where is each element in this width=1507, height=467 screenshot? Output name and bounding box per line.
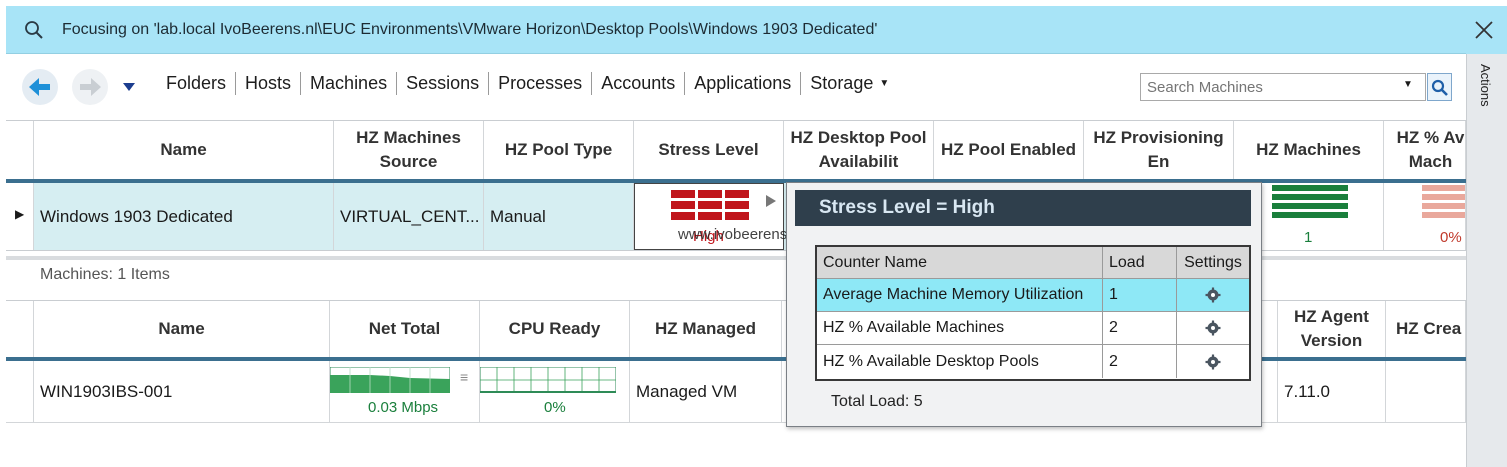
gear-icon xyxy=(1205,287,1221,303)
col-hz-pool-type[interactable]: HZ Pool Type xyxy=(484,121,634,179)
tab-sessions[interactable]: Sessions xyxy=(397,72,490,95)
counter-row[interactable]: HZ % Available Desktop Pools 2 xyxy=(817,345,1249,378)
row-header-corner xyxy=(6,301,34,357)
search-input[interactable] xyxy=(1145,77,1397,97)
toolbar: Folders Hosts Machines Sessions Processe… xyxy=(6,54,1466,120)
row-selector[interactable]: ▶ xyxy=(6,183,34,250)
tab-folders[interactable]: Folders xyxy=(166,72,237,95)
net-total-value: 0.03 Mbps xyxy=(368,399,439,416)
popup-title: Stress Level = High xyxy=(795,190,1251,226)
close-icon xyxy=(1475,21,1493,39)
machines-bars-icon xyxy=(1272,185,1348,218)
stress-bars-icon xyxy=(671,190,749,220)
focus-path-text: Focusing on 'lab.local IvoBeerens.nl\EUC… xyxy=(62,21,878,38)
arrow-left-icon xyxy=(29,78,50,96)
arrow-right-icon xyxy=(80,78,101,96)
counter-load: 2 xyxy=(1103,312,1177,344)
machines-count: 1 xyxy=(1304,229,1313,246)
machine-name: WIN1903IBS-001 xyxy=(34,361,330,422)
pool-type: Manual xyxy=(484,183,634,250)
search-box: ▼ xyxy=(1140,73,1426,101)
machines-count-label: Machines: 1 Items xyxy=(40,266,170,283)
expand-arrow-icon[interactable] xyxy=(765,194,777,208)
counter-name: HZ % Available Desktop Pools xyxy=(817,345,1103,378)
col-hz-provisioning-enabled[interactable]: HZ Provisioning En xyxy=(1084,121,1234,179)
col-hz-machines[interactable]: HZ Machines xyxy=(1234,121,1384,179)
counter-row[interactable]: HZ % Available Machines 2 xyxy=(817,312,1249,345)
focus-bar: Focusing on 'lab.local IvoBeerens.nl\EUC… xyxy=(6,6,1466,54)
counter-name: HZ % Available Machines xyxy=(817,312,1103,344)
caret-down-icon: ▼ xyxy=(879,78,890,89)
tab-applications[interactable]: Applications xyxy=(685,72,802,95)
counter-table-header: Counter Name Load Settings xyxy=(817,247,1249,279)
tab-accounts[interactable]: Accounts xyxy=(592,72,686,95)
tab-processes[interactable]: Processes xyxy=(489,72,593,95)
pct-available-cell: 0% xyxy=(1384,183,1466,250)
counter-table: Counter Name Load Settings Average Machi… xyxy=(815,245,1251,381)
cpu-ready-graph-icon xyxy=(480,367,616,393)
col-hz-managed[interactable]: HZ Managed xyxy=(630,301,782,357)
managed-status: Managed VM xyxy=(630,361,782,422)
settings-gear-button[interactable] xyxy=(1177,279,1249,311)
col-settings: Settings xyxy=(1184,253,1242,271)
search-button[interactable] xyxy=(1427,73,1452,101)
counter-name: Average Machine Memory Utilization xyxy=(817,279,1103,311)
row-header-corner xyxy=(6,121,34,179)
back-button[interactable] xyxy=(22,69,58,105)
stress-level-popup: Stress Level = High Counter Name Load Se… xyxy=(786,182,1262,427)
settings-gear-button[interactable] xyxy=(1177,345,1249,378)
counter-load: 2 xyxy=(1103,345,1177,378)
current-row-icon: ▶ xyxy=(15,207,25,221)
close-focus-button[interactable] xyxy=(1466,6,1507,54)
col-hz-created[interactable]: HZ Crea xyxy=(1386,301,1466,357)
menu-lines-icon[interactable]: ≡ xyxy=(460,369,468,385)
gear-icon xyxy=(1205,320,1221,336)
settings-gear-button[interactable] xyxy=(1177,312,1249,344)
actions-panel-tab[interactable]: Actions xyxy=(1466,54,1507,467)
counter-load: 1 xyxy=(1103,279,1177,311)
col-cpu-ready[interactable]: CPU Ready xyxy=(480,301,630,357)
col-stress-level[interactable]: Stress Level xyxy=(634,121,784,179)
search-icon xyxy=(24,20,44,40)
tab-hosts[interactable]: Hosts xyxy=(236,72,302,95)
gear-icon xyxy=(1205,354,1221,369)
row-selector[interactable] xyxy=(6,361,34,422)
created-cell xyxy=(1386,361,1466,422)
col-name[interactable]: Name xyxy=(34,301,330,357)
search-icon xyxy=(1431,79,1448,96)
col-hz-agent-version[interactable]: HZ Agent Version xyxy=(1278,301,1386,357)
pool-name: Windows 1903 Dedicated xyxy=(34,183,334,250)
history-dropdown-icon[interactable] xyxy=(122,82,136,92)
col-net-total[interactable]: Net Total xyxy=(330,301,480,357)
pct-available-value: 0% xyxy=(1440,229,1462,246)
cpu-ready-value: 0% xyxy=(544,399,566,416)
col-hz-machines-source[interactable]: HZ Machines Source xyxy=(334,121,484,179)
tab-storage[interactable]: Storage ▼ xyxy=(801,72,898,95)
col-hz-pct-available-machines[interactable]: HZ % Av Mach xyxy=(1384,121,1466,179)
tab-machines[interactable]: Machines xyxy=(301,72,398,95)
agent-version: 7.11.0 xyxy=(1278,361,1386,422)
net-total-cell: ≡ 0.03 Mbps xyxy=(330,361,480,422)
net-total-graph-icon xyxy=(330,367,450,393)
actions-label: Actions xyxy=(1478,64,1493,107)
col-name[interactable]: Name xyxy=(34,121,334,179)
machines-source: VIRTUAL_CENT... xyxy=(334,183,484,250)
forward-button[interactable] xyxy=(72,69,108,105)
view-tabs: Folders Hosts Machines Sessions Processe… xyxy=(166,72,898,95)
watermark: www.ivobeerens.nl xyxy=(678,226,804,243)
tab-storage-label: Storage xyxy=(810,73,874,93)
counter-row[interactable]: Average Machine Memory Utilization 1 xyxy=(817,279,1249,312)
search-dropdown-icon[interactable]: ▼ xyxy=(1403,79,1413,90)
desktop-pools-header: Name HZ Machines Source HZ Pool Type Str… xyxy=(6,121,1466,183)
col-counter-name: Counter Name xyxy=(817,247,1103,278)
col-hz-pool-enabled[interactable]: HZ Pool Enabled xyxy=(934,121,1084,179)
cpu-ready-cell: 0% xyxy=(480,361,630,422)
pct-bars-icon xyxy=(1422,185,1465,218)
total-load: Total Load: 5 xyxy=(831,393,923,410)
col-load: Load xyxy=(1103,247,1177,278)
col-hz-desktop-pool-availability[interactable]: HZ Desktop Pool Availabilit xyxy=(784,121,934,179)
app-window: Focusing on 'lab.local IvoBeerens.nl\EUC… xyxy=(0,0,1507,467)
